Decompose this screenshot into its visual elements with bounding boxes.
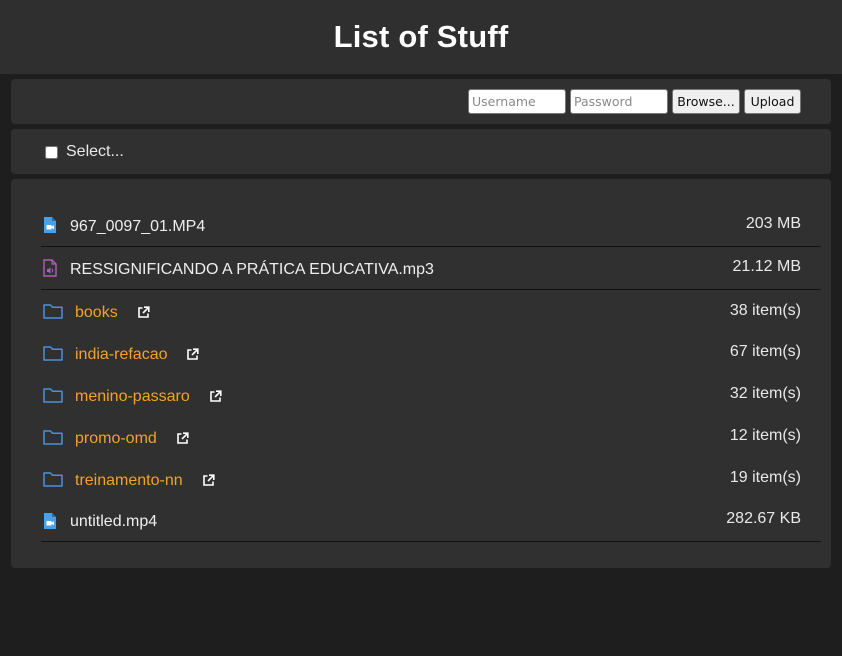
external-link-icon[interactable] bbox=[176, 432, 189, 445]
file-name[interactable]: untitled.mp4 bbox=[70, 513, 157, 531]
folder-link[interactable]: books bbox=[75, 304, 118, 322]
file-size: 282.67 KB bbox=[726, 510, 801, 527]
item-count: 67 item(s) bbox=[729, 343, 801, 360]
page-title: List of Stuff bbox=[333, 19, 509, 54]
file-row[interactable]: RESSIGNIFICANDO A PRÁTICA EDUCATIVA.mp3 … bbox=[41, 248, 821, 290]
item-count: 38 item(s) bbox=[729, 302, 801, 319]
folder-icon bbox=[43, 430, 63, 445]
item-count: 19 item(s) bbox=[729, 469, 801, 486]
external-link-icon[interactable] bbox=[202, 474, 215, 487]
file-size: 21.12 MB bbox=[732, 258, 801, 275]
folder-link[interactable]: menino-passaro bbox=[75, 388, 190, 406]
password-input[interactable] bbox=[570, 89, 668, 114]
folder-row[interactable]: menino-passaro 32 item(s) bbox=[41, 375, 821, 417]
external-link-icon[interactable] bbox=[137, 306, 150, 319]
page-header: List of Stuff bbox=[0, 0, 842, 74]
file-name[interactable]: RESSIGNIFICANDO A PRÁTICA EDUCATIVA.mp3 bbox=[70, 261, 434, 279]
file-row[interactable]: untitled.mp4 282.67 KB bbox=[41, 500, 821, 542]
select-panel: Select... bbox=[11, 129, 831, 174]
folder-icon bbox=[43, 346, 63, 361]
file-name[interactable]: 967_0097_01.MP4 bbox=[70, 218, 205, 236]
video-file-icon bbox=[44, 513, 56, 529]
folder-row[interactable]: india-refacao 67 item(s) bbox=[41, 333, 821, 375]
audio-file-icon bbox=[43, 259, 57, 277]
folder-icon bbox=[43, 388, 63, 403]
username-input[interactable] bbox=[468, 89, 566, 114]
folder-icon bbox=[43, 472, 63, 487]
file-list-panel: 967_0097_01.MP4 203 MB RESSIGNIFICANDO A… bbox=[11, 179, 831, 568]
folder-row[interactable]: books 38 item(s) bbox=[41, 291, 821, 333]
folder-link[interactable]: india-refacao bbox=[75, 346, 168, 364]
browse-button[interactable]: Browse... bbox=[672, 89, 740, 114]
file-size: 203 MB bbox=[745, 215, 801, 232]
select-all-checkbox[interactable] bbox=[45, 145, 58, 159]
select-all[interactable]: Select... bbox=[45, 143, 124, 161]
external-link-icon[interactable] bbox=[186, 348, 199, 361]
upload-button[interactable]: Upload bbox=[744, 89, 801, 114]
folder-row[interactable]: promo-omd 12 item(s) bbox=[41, 417, 821, 459]
external-link-icon[interactable] bbox=[209, 390, 222, 403]
select-label: Select... bbox=[66, 143, 124, 160]
file-row[interactable]: 967_0097_01.MP4 203 MB bbox=[41, 205, 821, 247]
folder-link[interactable]: treinamento-nn bbox=[75, 472, 183, 490]
folder-link[interactable]: promo-omd bbox=[75, 430, 157, 448]
upload-panel: Browse... Upload bbox=[11, 79, 831, 124]
item-count: 12 item(s) bbox=[729, 427, 801, 444]
item-count: 32 item(s) bbox=[729, 385, 801, 402]
folder-icon bbox=[43, 304, 63, 319]
video-file-icon bbox=[44, 217, 56, 233]
folder-row[interactable]: treinamento-nn 19 item(s) bbox=[41, 459, 821, 501]
